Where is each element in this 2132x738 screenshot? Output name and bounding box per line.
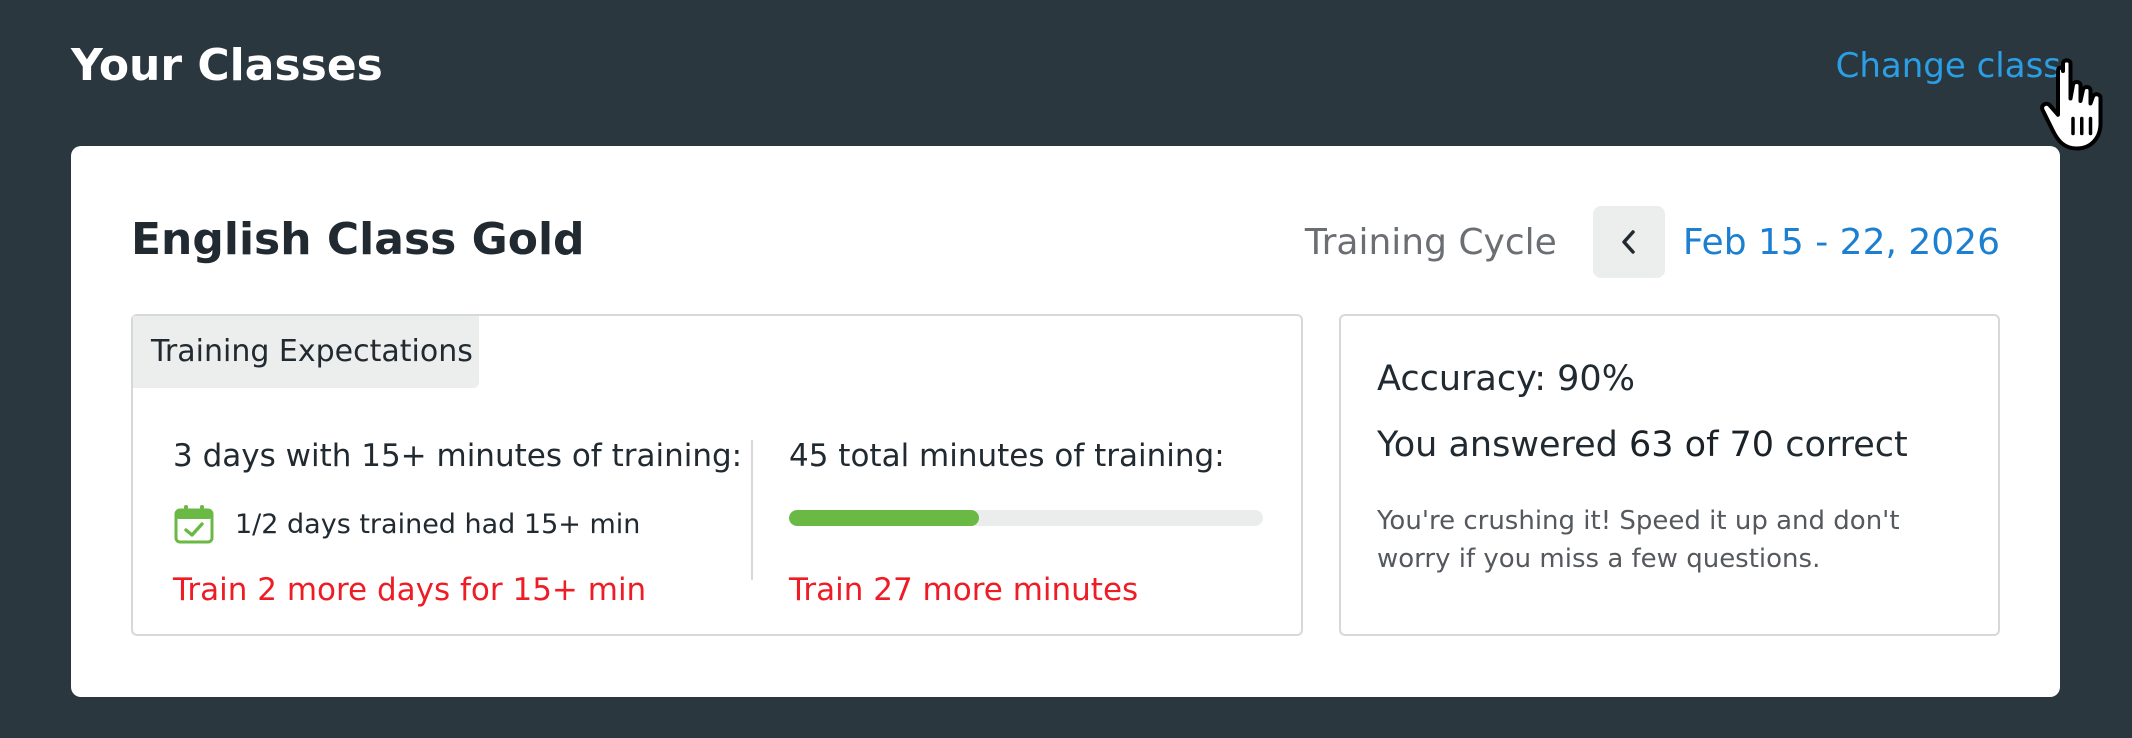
hand-pointer-cursor <box>2040 58 2103 151</box>
encouragement-message: You're crushing it! Speed it up and don'… <box>1377 506 1900 574</box>
page-header: Your Classes Change class <box>71 36 2061 96</box>
calendar-check-icon <box>174 505 214 544</box>
answered-summary: You answered 63 of 70 correct <box>1377 422 1908 468</box>
chevron-left-icon <box>1622 230 1635 254</box>
minutes-progress-bar <box>789 510 1263 526</box>
minutes-progress-fill <box>789 510 979 526</box>
training-expectations-panel: Training Expectations 3 days with 15+ mi… <box>131 314 1303 636</box>
accuracy-panel: Accuracy: 90% You answered 63 of 70 corr… <box>1339 314 2000 636</box>
accuracy-title: Accuracy: 90% <box>1377 359 1635 399</box>
training-cycle-label: Training Cycle <box>1304 221 1557 263</box>
class-name: English Class Gold <box>131 214 585 265</box>
requirements-divider <box>751 440 753 580</box>
minutes-requirement-heading: 45 total minutes of training: <box>789 438 1225 474</box>
answered-suffix: correct <box>1785 425 1908 465</box>
training-expectations-tab: Training Expectations <box>133 316 479 388</box>
page-title: Your Classes <box>71 40 383 91</box>
training-cycle-selector: Training Cycle Feb 15 - 22, 2026 <box>1305 206 2000 278</box>
minutes-requirement: 45 total minutes of training: Train 27 m… <box>789 436 1263 610</box>
class-card: English Class Gold Training Cycle Feb 15… <box>71 146 2060 697</box>
answered-prefix: You answered <box>1377 425 1618 465</box>
change-class-link[interactable]: Change class <box>1836 36 2061 96</box>
previous-cycle-button[interactable] <box>1592 206 1665 278</box>
days-warning: Train 2 more days for 15+ min <box>173 572 647 608</box>
days-requirement-heading: 3 days with 15+ minutes of training: <box>173 438 743 474</box>
cycle-dates-link[interactable]: Feb 15 - 22, 2026 <box>1683 222 2000 263</box>
days-status-text: 1/2 days trained had 15+ min <box>235 508 641 540</box>
days-requirement: 3 days with 15+ minutes of training: 1/2… <box>173 436 743 610</box>
answered-score: 63 of 70 <box>1629 425 1775 465</box>
minutes-warning: Train 27 more minutes <box>789 572 1139 608</box>
days-status-row: 1/2 days trained had 15+ min <box>173 502 733 546</box>
